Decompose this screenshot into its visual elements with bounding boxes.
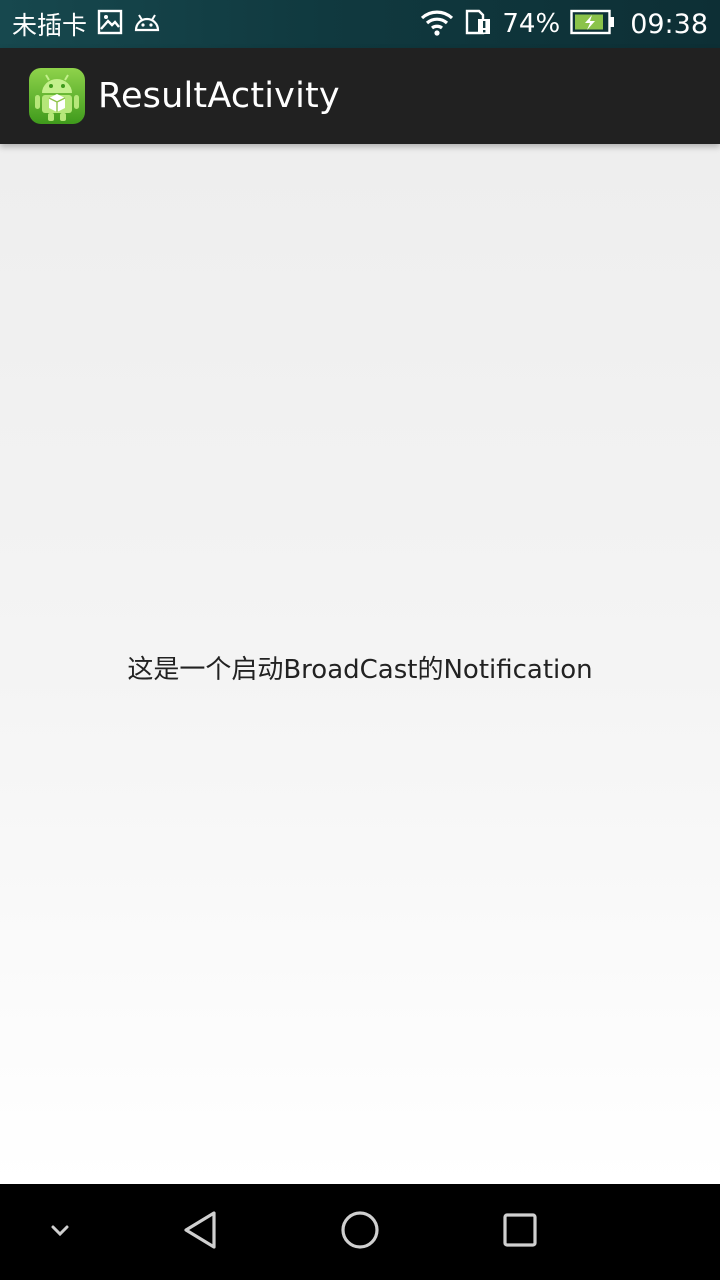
screen: 未插卡 74% 09:38 ResultActivity 这是一个启动Broad… xyxy=(0,0,720,1280)
home-button[interactable] xyxy=(320,1184,400,1280)
home-icon xyxy=(339,1209,381,1255)
action-bar: ResultActivity xyxy=(0,48,720,144)
content-area: 这是一个启动BroadCast的Notification xyxy=(0,144,720,1184)
navigation-bar xyxy=(0,1184,720,1280)
notification-message: 这是一个启动BroadCast的Notification xyxy=(127,655,593,685)
status-right: 74% 09:38 xyxy=(420,8,708,40)
collapse-button[interactable] xyxy=(30,1184,90,1280)
carrier-label: 未插卡 xyxy=(12,11,88,40)
activity-title: ResultActivity xyxy=(98,76,340,116)
back-icon xyxy=(182,1210,218,1254)
sim-alert-icon xyxy=(464,8,492,40)
wifi-icon xyxy=(420,8,454,40)
android-icon xyxy=(133,11,161,37)
recents-icon xyxy=(502,1212,538,1252)
collapse-icon xyxy=(50,1223,70,1242)
battery-charging-icon xyxy=(570,9,616,39)
recents-button[interactable] xyxy=(480,1184,560,1280)
clock: 09:38 xyxy=(630,8,708,40)
back-button[interactable] xyxy=(160,1184,240,1280)
battery-percent: 74% xyxy=(502,9,561,39)
status-bar: 未插卡 74% 09:38 xyxy=(0,0,720,48)
android-app-icon[interactable] xyxy=(28,67,86,125)
image-icon xyxy=(97,9,123,39)
status-left: 未插卡 xyxy=(12,6,161,42)
